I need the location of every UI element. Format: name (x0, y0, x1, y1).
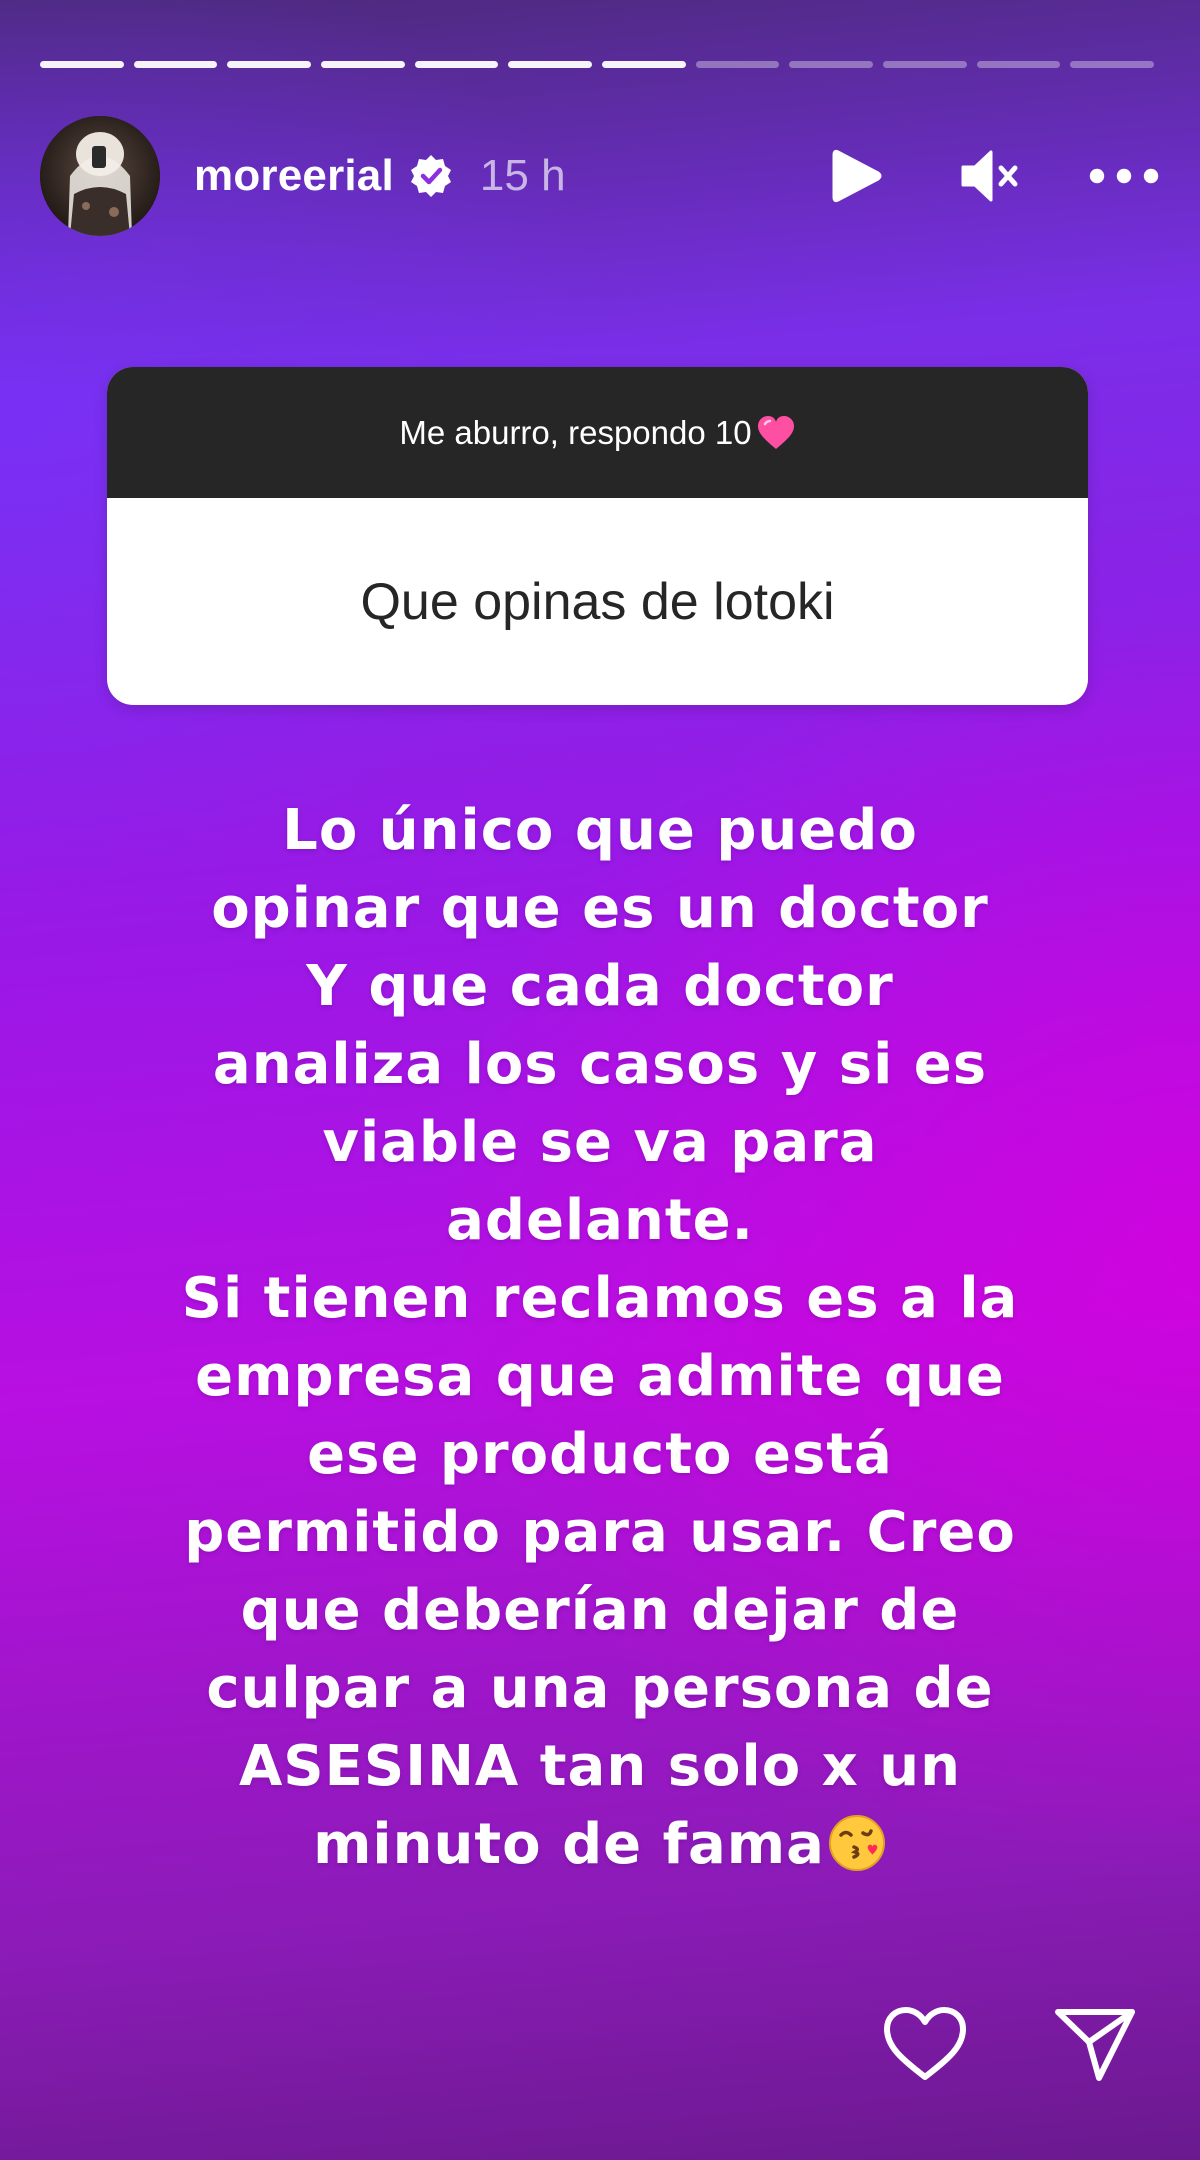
reply-line: ASESINA tan solo x un (238, 1734, 962, 1799)
progress-segment (883, 61, 967, 68)
progress-segment (1070, 61, 1155, 68)
reply-line: Lo único que puedo (282, 798, 918, 863)
story-viewer: moreerial 15 h Me aburro, respondo 10 Qu… (0, 0, 1200, 2160)
username[interactable]: moreerial (194, 151, 394, 201)
pink-heart-icon (756, 415, 796, 451)
reply-line: analiza los casos y si es (212, 1032, 988, 1097)
progress-segment (789, 61, 874, 68)
send-icon[interactable] (1050, 1999, 1140, 2089)
reply-line: que deberían dejar de (240, 1578, 960, 1643)
reply-line: viable se va para (322, 1110, 878, 1175)
kiss-face-emoji-icon (827, 1813, 887, 1894)
question-sticker[interactable]: Me aburro, respondo 10 Que opinas de lot… (107, 367, 1088, 705)
progress-segment (227, 61, 312, 68)
more-options-icon[interactable] (1088, 140, 1160, 212)
progress-segment (321, 61, 405, 68)
progress-segment (414, 61, 499, 68)
progress-segment-current (602, 61, 686, 68)
progress-segment (695, 61, 780, 68)
progress-segment (40, 61, 124, 68)
reply-line: Y que cada doctor (306, 954, 894, 1019)
play-icon[interactable] (820, 140, 892, 212)
question-answer: Que opinas de lotoki (360, 572, 835, 631)
story-actions (880, 1999, 1140, 2089)
avatar[interactable] (40, 116, 160, 236)
post-time: 15 h (479, 151, 566, 200)
reply-line: culpar a una persona de (206, 1656, 994, 1721)
reply-line-text: minuto de fama (313, 1812, 825, 1877)
story-progress-bar (40, 61, 1155, 68)
reply-text: Lo único que puedo opinar que es un doct… (60, 792, 1140, 1894)
reply-line: adelante. (446, 1188, 754, 1253)
reply-line-last: minuto de fama (60, 1806, 1140, 1894)
speaker-muted-icon[interactable] (954, 140, 1026, 212)
question-prompt: Me aburro, respondo 10 (399, 413, 752, 451)
reply-line: opinar que es un doctor (211, 876, 989, 941)
reply-line: permitido para usar. Creo (184, 1500, 1016, 1565)
story-header: moreerial 15 h (40, 115, 1160, 237)
progress-segment (976, 61, 1061, 68)
reply-line: empresa que admite que (195, 1344, 1005, 1409)
reply-line: ese producto está (307, 1422, 893, 1487)
question-prompt-bar: Me aburro, respondo 10 (107, 367, 1088, 498)
progress-segment (508, 61, 593, 68)
heart-outline-icon[interactable] (880, 1999, 970, 2089)
reply-line: Si tienen reclamos es a la (181, 1266, 1019, 1331)
verified-badge-icon (408, 153, 454, 199)
progress-segment (133, 61, 218, 68)
